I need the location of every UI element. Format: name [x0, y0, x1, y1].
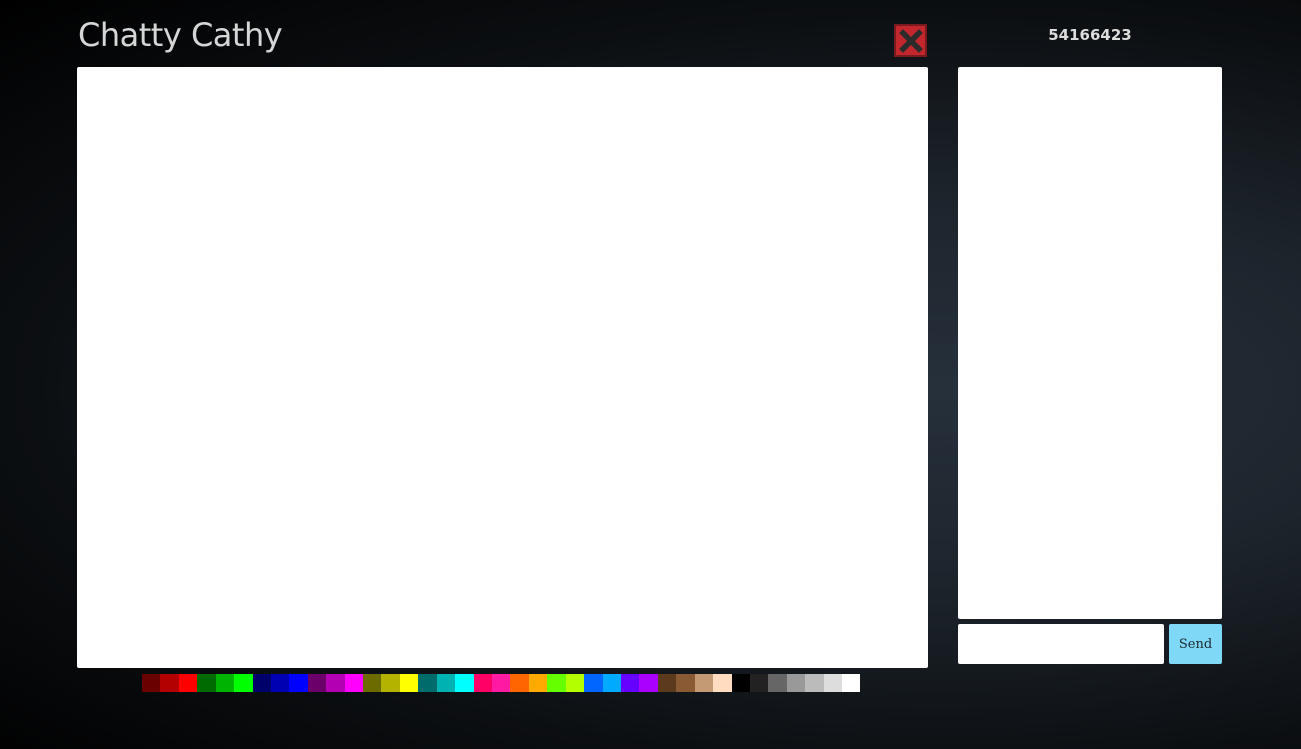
color-swatch[interactable] — [676, 674, 695, 692]
color-swatch[interactable] — [436, 674, 456, 692]
send-button[interactable]: Send — [1169, 624, 1222, 664]
color-swatch[interactable] — [492, 674, 511, 692]
color-swatch[interactable] — [510, 674, 529, 692]
color-swatch[interactable] — [731, 674, 750, 692]
color-swatch[interactable] — [473, 674, 493, 692]
color-swatch[interactable] — [381, 674, 400, 692]
chat-log — [958, 67, 1222, 619]
color-swatch[interactable] — [749, 674, 769, 692]
color-swatch[interactable] — [418, 674, 437, 692]
color-swatch[interactable] — [252, 674, 271, 692]
color-swatch[interactable] — [142, 674, 161, 692]
color-swatch[interactable] — [620, 674, 640, 692]
color-palette — [142, 674, 861, 692]
close-button[interactable] — [894, 24, 927, 57]
color-swatch[interactable] — [326, 674, 345, 692]
app-title: Chatty Cathy — [78, 16, 283, 54]
color-swatch[interactable] — [713, 674, 732, 692]
session-id: 54166423 — [1048, 26, 1132, 44]
color-swatch[interactable] — [786, 674, 806, 692]
color-swatch[interactable] — [842, 674, 861, 692]
color-swatch[interactable] — [823, 674, 843, 692]
color-swatch[interactable] — [805, 674, 824, 692]
color-swatch[interactable] — [547, 674, 566, 692]
color-swatch[interactable] — [160, 674, 179, 692]
chat-input[interactable] — [958, 624, 1164, 664]
color-swatch[interactable] — [215, 674, 235, 692]
color-swatch[interactable] — [197, 674, 216, 692]
color-swatch[interactable] — [399, 674, 419, 692]
color-swatch[interactable] — [455, 674, 474, 692]
color-swatch[interactable] — [639, 674, 658, 692]
color-swatch[interactable] — [270, 674, 290, 692]
color-swatch[interactable] — [602, 674, 621, 692]
color-swatch[interactable] — [565, 674, 585, 692]
close-x-icon — [898, 28, 923, 53]
color-swatch[interactable] — [363, 674, 382, 692]
color-swatch[interactable] — [768, 674, 787, 692]
color-swatch[interactable] — [584, 674, 603, 692]
drawing-canvas[interactable] — [77, 67, 928, 668]
color-swatch[interactable] — [694, 674, 714, 692]
color-swatch[interactable] — [289, 674, 308, 692]
color-swatch[interactable] — [307, 674, 327, 692]
color-swatch[interactable] — [657, 674, 677, 692]
color-swatch[interactable] — [344, 674, 364, 692]
color-swatch[interactable] — [234, 674, 253, 692]
color-swatch[interactable] — [528, 674, 548, 692]
color-swatch[interactable] — [178, 674, 198, 692]
